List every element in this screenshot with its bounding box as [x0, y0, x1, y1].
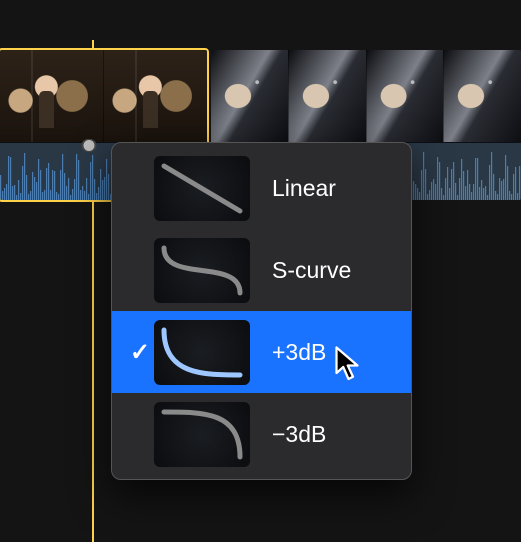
fade-option-scurve[interactable]: ✓S-curve [112, 229, 411, 311]
clip-thumbnail [211, 50, 289, 142]
fade-option-label: +3dB [272, 339, 326, 366]
clip-thumbnail [367, 50, 445, 142]
clip-thumbnail [104, 50, 207, 142]
fade-curve-icon-minus3 [154, 402, 250, 467]
checkmark-icon: ✓ [128, 338, 152, 367]
clip-thumbnail [0, 50, 104, 142]
fade-option-linear[interactable]: ✓Linear [112, 147, 411, 229]
fade-shape-menu: ✓Linear✓S-curve ✓ +3dB ✓−3dB [111, 142, 412, 480]
clip-thumbnail [289, 50, 367, 142]
fade-curve-icon-plus3 [154, 320, 250, 385]
thumbnail-strip [0, 50, 207, 142]
fade-option-minus3[interactable]: ✓−3dB [112, 393, 411, 475]
fade-option-label: S-curve [272, 257, 351, 284]
fade-option-plus3[interactable]: ✓ +3dB [112, 311, 411, 393]
fade-handle[interactable] [83, 139, 96, 152]
fade-curve-icon-scurve [154, 238, 250, 303]
fade-option-label: Linear [272, 175, 336, 202]
fade-option-label: −3dB [272, 421, 326, 448]
thumbnail-strip [211, 50, 521, 142]
fade-curve-icon-linear [154, 156, 250, 221]
clip-thumbnail [444, 50, 521, 142]
